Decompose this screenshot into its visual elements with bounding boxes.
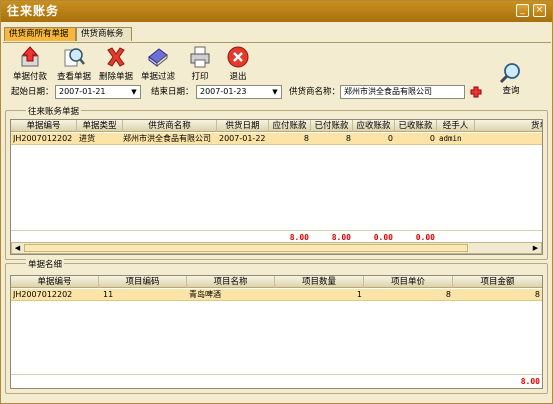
exit-icon <box>227 46 249 68</box>
col-doc-type[interactable]: 单据类型 <box>77 120 123 132</box>
col-item-name[interactable]: 项目名称 <box>187 276 275 288</box>
start-date-value: 2007-01-21 <box>59 87 106 96</box>
exit-label: 退出 <box>229 72 247 82</box>
start-date-label: 起始日期： <box>11 87 54 97</box>
delete-x-icon <box>107 47 125 67</box>
table-row[interactable]: JH2007012202 进货 郑州市洪全食品有限公司 2007-01-22 8… <box>11 133 542 145</box>
cell-item-code: 11 <box>103 290 114 299</box>
col-supply-date[interactable]: 供货日期 <box>217 120 269 132</box>
chevron-down-icon[interactable]: ▼ <box>129 87 139 97</box>
cell-handler: admin <box>439 134 462 143</box>
query-label: 查询 <box>502 86 520 96</box>
accounts-horizontal-scrollbar[interactable]: ◀ ▶ <box>11 242 542 254</box>
col-handler[interactable]: 经手人 <box>437 120 475 132</box>
table-row[interactable]: JH2007012202 11 青岛啤酒 1 8 8 <box>11 289 542 301</box>
chevron-down-icon[interactable]: ▼ <box>270 87 280 97</box>
col-supplier-name[interactable]: 供货商名称 <box>123 120 217 132</box>
add-icon[interactable] <box>470 86 482 98</box>
scroll-right-icon[interactable]: ▶ <box>531 244 540 252</box>
tab-label: 供货商所有单据 <box>9 29 69 39</box>
view-doc-label: 查看单据 <box>56 72 91 82</box>
tab-supplier-accounts[interactable]: 供货商帐务 <box>76 27 132 41</box>
scrollbar-thumb[interactable] <box>24 244 468 252</box>
cell-goods-doc <box>477 133 537 145</box>
cell-payable: 8 <box>303 134 309 143</box>
supplier-name-label: 供货商名称： <box>289 87 341 97</box>
cell-item-price: 8 <box>445 290 451 299</box>
col-doc-no[interactable]: 单据编号 <box>11 120 77 132</box>
minimize-button[interactable]: _ <box>516 4 529 17</box>
cell-supplier-name: 郑州市洪全食品有限公司 <box>123 134 211 143</box>
magnifier-icon <box>499 63 520 84</box>
end-date-label: 结束日期： <box>151 87 194 97</box>
receipt-pay-button[interactable]: 单据付款 <box>7 45 53 83</box>
cell-supply-date: 2007-01-22 <box>219 134 266 143</box>
cell-paid: 8 <box>345 134 351 143</box>
filter-doc-label: 单据过滤 <box>140 72 175 82</box>
start-date-picker[interactable]: 2007-01-21 ▼ <box>55 85 141 99</box>
filter-doc-button[interactable]: 单据过滤 <box>135 45 181 83</box>
exit-button[interactable]: 退出 <box>215 45 261 83</box>
cell-receivable: 0 <box>387 134 393 143</box>
col-payable[interactable]: 应付账款 <box>269 120 311 132</box>
col-item-qty[interactable]: 项目数量 <box>275 276 364 288</box>
delete-doc-button[interactable]: 删除单据 <box>93 45 139 83</box>
supplier-name-value: 郑州市洪全食品有限公司 <box>344 87 432 96</box>
cell-item-qty: 1 <box>356 290 362 299</box>
col-received[interactable]: 已收账款 <box>395 120 437 132</box>
title-bar: 往来账务 <box>1 1 552 22</box>
receipt-pay-label: 单据付款 <box>12 72 47 82</box>
cell-received: 0 <box>429 134 435 143</box>
end-date-value: 2007-01-23 <box>200 87 247 96</box>
query-button[interactable]: 查询 <box>496 62 526 98</box>
window-title: 往来账务 <box>7 4 60 18</box>
accounts-table: 单据编号 单据类型 供货商名称 供货日期 应付账款 已付账款 应收账款 已收账款… <box>10 119 543 255</box>
magnifier-doc-icon <box>64 48 85 67</box>
cell-doc-no: JH2007012202 <box>13 290 73 299</box>
upload-icon <box>21 46 39 67</box>
cell-item-name: 青岛啤酒 <box>189 290 221 299</box>
close-button[interactable]: × <box>533 4 546 17</box>
col-receivable[interactable]: 应收账款 <box>353 120 395 132</box>
col-goods-doc[interactable]: 货单 <box>475 120 542 132</box>
col-item-amount[interactable]: 项目金额 <box>453 276 542 288</box>
details-table: 单据编号 项目编码 项目名称 项目数量 项目单价 项目金额 JH20070122… <box>10 275 543 389</box>
accounts-header: 单据编号 单据类型 供货商名称 供货日期 应付账款 已付账款 应收账款 已收账款… <box>11 120 542 132</box>
app-window: 往来账务 _ × 供货商所有单据 供货商帐务 单据付款 查看单据 删除单据 单据… <box>0 0 553 404</box>
scroll-left-icon[interactable]: ◀ <box>13 244 22 252</box>
col-item-price[interactable]: 项目单价 <box>364 276 453 288</box>
details-header: 单据编号 项目编码 项目名称 项目数量 项目单价 项目金额 <box>11 276 542 288</box>
end-date-picker[interactable]: 2007-01-23 ▼ <box>196 85 282 99</box>
tab-supplier-all-docs[interactable]: 供货商所有单据 <box>4 27 76 41</box>
supplier-name-input[interactable]: 郑州市洪全食品有限公司 <box>340 85 465 99</box>
col-paid[interactable]: 已付账款 <box>311 120 353 132</box>
printer-icon <box>190 46 210 68</box>
divider <box>11 230 542 231</box>
cell-doc-no: JH2007012202 <box>13 134 73 143</box>
cell-doc-type: 进货 <box>79 134 95 143</box>
divider <box>11 374 542 375</box>
delete-doc-label: 删除单据 <box>98 72 133 82</box>
col-item-code[interactable]: 项目编码 <box>99 276 187 288</box>
toolbar: 单据付款 查看单据 删除单据 单据过滤 打印 退出 <box>3 42 551 82</box>
book-filter-icon <box>148 48 168 68</box>
view-doc-button[interactable]: 查看单据 <box>51 45 97 83</box>
details-group-title: 单据名细 <box>26 258 65 270</box>
tab-label: 供货商帐务 <box>81 29 124 39</box>
cell-item-amount: 8 <box>534 290 540 299</box>
accounts-group-title: 往来账务单据 <box>26 105 82 117</box>
total-amount: 8.00 <box>520 377 540 386</box>
col-doc-no[interactable]: 单据编号 <box>11 276 99 288</box>
